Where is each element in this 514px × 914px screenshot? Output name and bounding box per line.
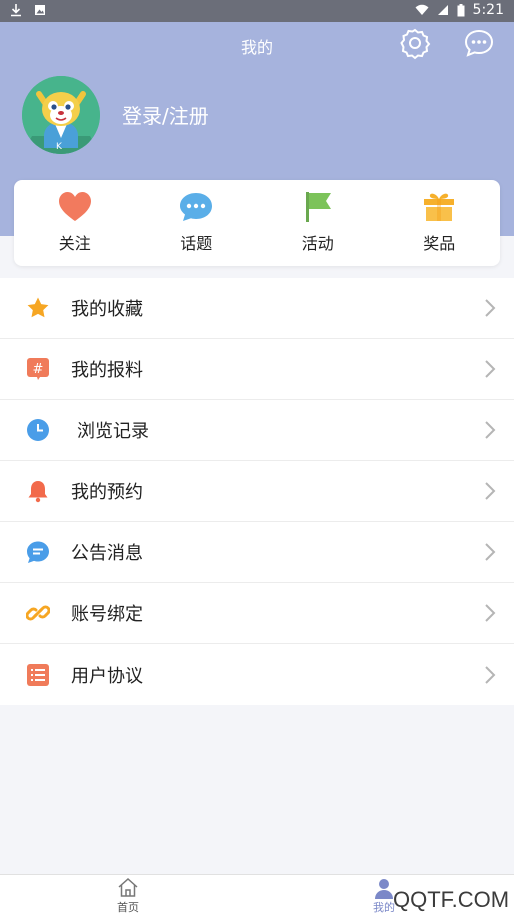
clock-icon — [27, 419, 49, 441]
menu-item-announcements[interactable]: 公告消息 — [0, 522, 514, 583]
menu-item-reports[interactable]: # 我的报料 — [0, 339, 514, 400]
menu-item-favorites[interactable]: 我的收藏 — [0, 278, 514, 339]
download-icon — [11, 4, 21, 17]
settings-gear-icon[interactable] — [398, 26, 432, 60]
heart-icon — [58, 192, 91, 221]
flag-icon — [305, 192, 331, 222]
quick-action-follow[interactable]: 关注 — [14, 180, 136, 266]
battery-icon — [457, 3, 465, 16]
quick-action-label: 活动 — [301, 234, 334, 253]
quick-action-events[interactable]: 活动 — [257, 180, 379, 266]
quick-action-label: 关注 — [58, 234, 91, 253]
user-icon — [375, 879, 393, 899]
menu-list: 我的收藏 # 我的报料 浏览记录 我的预约 公告消息 账号绑定 用户协议 — [0, 278, 514, 705]
chevron-right-icon — [485, 299, 496, 317]
status-bar: 5:21 — [0, 0, 514, 22]
menu-item-label: 公告消息 — [71, 543, 143, 564]
chevron-right-icon — [485, 665, 496, 684]
message-icon — [27, 541, 49, 563]
quick-action-label: 话题 — [180, 234, 213, 253]
menu-item-label: 我的报料 — [71, 360, 143, 381]
chevron-right-icon — [485, 360, 496, 378]
menu-item-reservations[interactable]: 我的预约 — [0, 461, 514, 522]
quick-action-topics[interactable]: 话题 — [136, 180, 258, 266]
login-register-link[interactable]: 登录/注册 — [122, 100, 209, 129]
menu-item-label: 浏览记录 — [77, 421, 149, 442]
page-title: 我的 — [240, 38, 273, 57]
chevron-right-icon — [485, 543, 496, 561]
image-icon — [35, 5, 45, 15]
quick-actions-card: 关注 话题 活动 奖品 — [14, 180, 500, 266]
star-icon — [27, 297, 49, 318]
link-icon — [26, 605, 50, 621]
wifi-icon — [415, 4, 429, 15]
menu-item-label: 账号绑定 — [71, 604, 143, 625]
message-bubble-icon[interactable] — [462, 26, 496, 60]
menu-item-label: 用户协议 — [71, 665, 143, 687]
nav-tab-label: 我的 — [373, 901, 395, 914]
quick-action-label: 奖品 — [423, 234, 456, 253]
chat-bubble-icon — [180, 193, 213, 221]
svg-text:#: # — [33, 362, 44, 377]
bell-icon — [28, 481, 48, 503]
watermark: QQTF.COM — [393, 887, 510, 912]
chevron-right-icon — [485, 482, 496, 500]
nav-tab-home[interactable]: 首页 — [98, 877, 158, 914]
chevron-right-icon — [485, 604, 496, 622]
avatar[interactable]: K — [22, 76, 100, 154]
list-icon — [27, 663, 49, 686]
menu-item-account-binding[interactable]: 账号绑定 — [0, 583, 514, 644]
signal-icon — [437, 5, 448, 15]
quick-action-prizes[interactable]: 奖品 — [379, 180, 501, 266]
status-time: 5:21 — [472, 2, 504, 18]
hash-icon: # — [27, 358, 49, 380]
home-icon — [118, 877, 138, 897]
menu-item-label: 我的收藏 — [71, 299, 143, 320]
menu-item-label: 我的预约 — [71, 482, 143, 503]
gift-icon — [424, 193, 455, 221]
nav-tab-label: 首页 — [117, 901, 139, 914]
menu-item-user-agreement[interactable]: 用户协议 — [0, 644, 514, 705]
mascot-avatar-icon: K — [22, 76, 100, 154]
menu-item-history[interactable]: 浏览记录 — [0, 400, 514, 461]
chevron-right-icon — [485, 421, 496, 439]
